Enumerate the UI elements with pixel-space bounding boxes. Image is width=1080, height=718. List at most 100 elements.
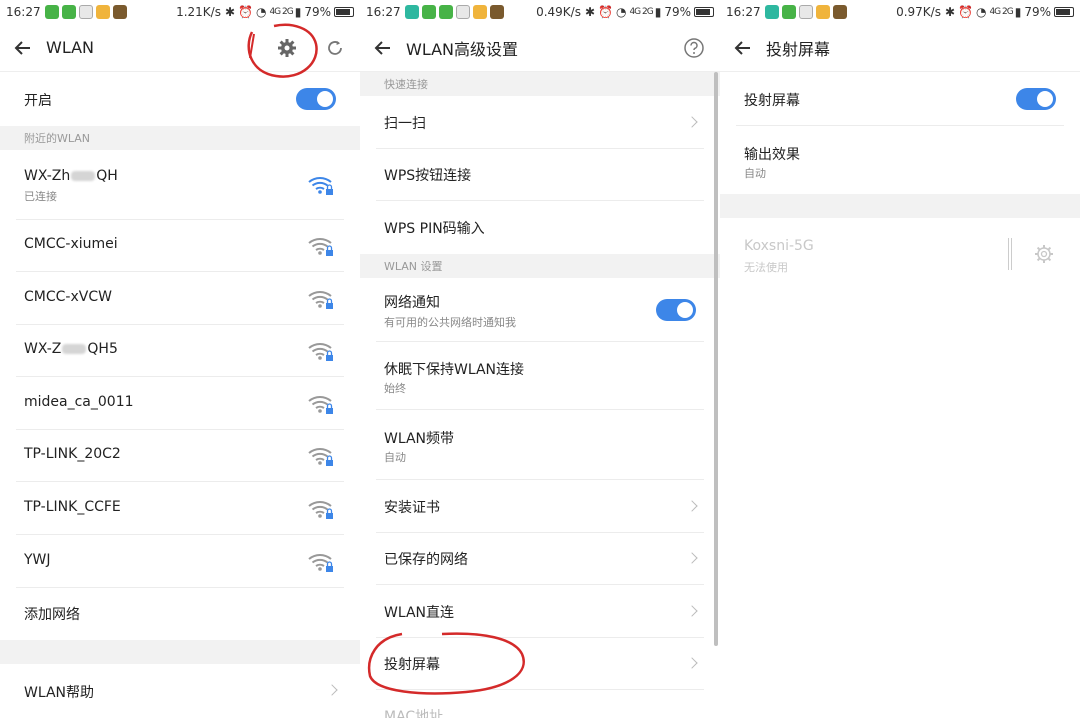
alarm-icon: ⏰ [958,5,973,19]
page-title: WLAN [46,38,95,57]
saved-networks-row[interactable]: 已保存的网络 [376,533,704,585]
network-name: midea_ca_0011 [24,394,134,410]
wlan-toggle-switch[interactable] [296,88,336,110]
wps-pin-row[interactable]: WPS PIN码输入 [376,201,704,254]
chevron-right-icon [686,116,698,128]
wifi-status-icon: ◔ [615,5,627,19]
bluetooth-icon: ✱ [224,5,236,19]
battery-percent: 79% [664,5,691,19]
bluetooth-icon: ✱ [584,5,596,19]
network-name: YWJ [24,552,51,568]
network-notify-row[interactable]: 网络通知 有可用的公共网络时通知我 [376,278,704,342]
wlan-help-row[interactable]: WLAN帮助 [16,664,344,718]
wps-button-label: WPS按钮连接 [384,168,472,184]
saved-networks-label: 已保存的网络 [384,552,468,568]
wechat-icon [781,5,796,19]
status-time: 16:27 [366,5,401,19]
cast-toggle-row[interactable]: 投射屏幕 [736,72,1064,126]
wlan-band-subtitle: 自动 [384,451,406,464]
qq-icon [798,5,813,19]
wlan-direct-row[interactable]: WLAN直连 [376,585,704,638]
signal-icon: ▮ [1014,5,1022,19]
cast-toggle-switch[interactable] [1016,88,1056,110]
wechat-icon [438,5,453,19]
wlan-band-row[interactable]: WLAN频带 自动 [376,410,704,480]
status-time: 16:27 [726,5,761,19]
network-name: CMCC-xVCW [24,289,112,305]
sleep-keep-title: 休眠下保持WLAN连接 [384,362,525,378]
output-effect-row[interactable]: 输出效果 自动 [736,126,1064,194]
add-network-row[interactable]: 添加网络 [16,588,344,640]
chevron-right-icon [686,552,698,564]
toolbar: WLAN高级设置 [360,24,720,72]
mac-address-row[interactable]: MAC地址 [376,690,704,718]
wlan-advanced-screen: 16:27 0.49K/s ✱ ⏰ ◔ 4G 2G ▮ 79% WLAN高级设置 [360,0,720,718]
chevron-right-icon [686,500,698,512]
network-item[interactable]: CMCC-xVCW [16,272,344,325]
wps-button-row[interactable]: WPS按钮连接 [376,149,704,201]
status-time: 16:27 [6,5,41,19]
wlan-band-title: WLAN频带 [384,431,455,447]
install-cert-row[interactable]: 安装证书 [376,480,704,533]
network-name: WX-Z QH5 [24,341,118,357]
mac-address-label: MAC地址 [384,709,444,718]
wifi-locked-icon [308,396,333,414]
cast-device-item[interactable]: Koxsni-5G 无法使用 [736,218,1064,282]
blurred-text [71,171,96,181]
alarm-icon: ⏰ [598,5,613,19]
sleep-keep-row[interactable]: 休眠下保持WLAN连接 始终 [376,342,704,410]
wifi-locked-icon [308,554,333,572]
scan-label: 扫一扫 [384,116,426,132]
app-icon [112,5,127,19]
app-icon [95,5,110,19]
network-status: 已连接 [24,190,57,203]
toolbar: 投射屏幕 [720,24,1080,72]
gear-icon[interactable] [1034,244,1054,264]
wifi-status-icon: ◔ [255,5,267,19]
network-item[interactable]: YWJ [16,535,344,588]
network-item[interactable]: WX-Zh QH 已连接 [16,150,344,220]
gear-icon[interactable] [273,34,301,62]
wlan-help-label: WLAN帮助 [24,685,95,701]
network-name: CMCC-xiumei [24,236,118,252]
mobile-network-type: 4G 2G [989,7,1013,17]
status-bar: 16:27 0.97K/s ✱ ⏰ ◔ 4G 2G ▮ 79% [720,0,1080,24]
mobile-network-type: 4G 2G [629,7,653,17]
app-icon [815,5,830,19]
status-bar: 16:27 1.21K/s ✱ ⏰ ◔ 4G 2G ▮ 79% [0,0,360,24]
wechat-icon [61,5,76,19]
help-icon[interactable] [680,34,708,62]
back-arrow-icon[interactable] [730,24,756,72]
network-notify-switch[interactable] [656,299,696,321]
chevron-right-icon [326,684,338,696]
scrollbar[interactable] [714,72,718,646]
page-title: WLAN高级设置 [406,39,519,59]
battery-percent: 79% [304,5,331,19]
chevron-right-icon [686,605,698,617]
network-item[interactable]: CMCC-xiumei [16,220,344,272]
cast-screen-row[interactable]: 投射屏幕 [376,638,704,690]
scan-row[interactable]: 扫一扫 [376,96,704,149]
device-name: Koxsni-5G [744,238,814,254]
back-arrow-icon[interactable] [10,24,36,72]
output-effect-subtitle: 自动 [744,167,766,180]
wechat-icon [44,5,59,19]
alarm-icon: ⏰ [238,5,253,19]
network-item[interactable]: TP-LINK_CCFE [16,482,344,535]
wlan-screen: 16:27 1.21K/s ✱ ⏰ ◔ 4G 2G ▮ 79% WLAN 开启 … [0,0,360,718]
wifi-locked-icon [308,238,333,256]
refresh-icon[interactable] [321,34,349,62]
network-item[interactable]: midea_ca_0011 [16,377,344,430]
app-icon [489,5,504,19]
back-arrow-icon[interactable] [370,24,396,72]
battery-percent: 79% [1024,5,1051,19]
quick-connect-header: 快速连接 [360,72,720,96]
network-item[interactable]: WX-Z QH5 [16,325,344,377]
network-item[interactable]: TP-LINK_20C2 [16,430,344,482]
nearby-wlan-header: 附近的WLAN [0,126,360,150]
app-icon [764,5,779,19]
qq-icon [78,5,93,19]
wifi-locked-icon [308,291,333,309]
wlan-toggle-row[interactable]: 开启 [16,72,344,126]
app-icon [472,5,487,19]
